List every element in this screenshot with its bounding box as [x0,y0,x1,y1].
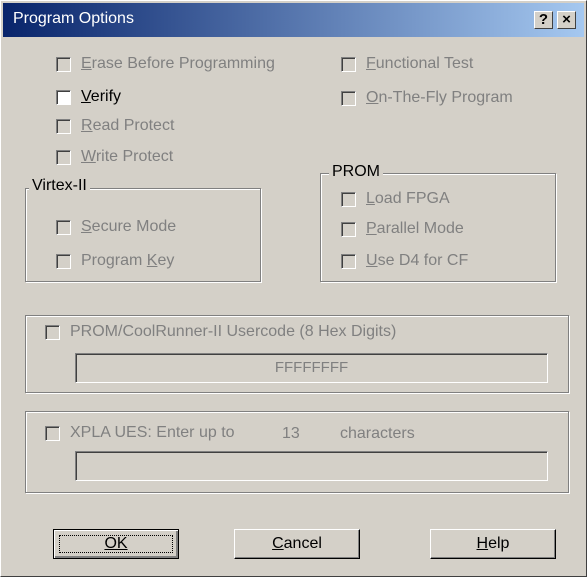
read-protect-checkbox[interactable]: Read Protect [56,117,174,135]
xpla-ues-input[interactable] [75,451,548,481]
on-the-fly-program-checkbox[interactable]: On-The-Fly Program [341,89,513,107]
usercode-label: PROM/CoolRunner-II Usercode (8 Hex Digit… [70,323,397,340]
checkbox-box [341,221,356,237]
secure-mode-checkbox[interactable]: Secure Mode [56,218,176,236]
load-fpga-label: Load FPGA [366,190,450,207]
checkbox-box [341,56,356,72]
usercode-input[interactable]: FFFFFFFF [75,353,548,383]
functional-test-label: Functional Test [366,55,474,72]
checkbox-box [341,253,356,269]
focus-rect [59,535,173,553]
program-options-dialog: Program Options ? × Erase Before Program… [0,0,587,577]
xpla-label: XPLA UES: Enter up to [70,424,235,441]
virtex-group-title: Virtex-II [29,177,90,195]
window-title: Program Options [13,10,134,27]
checkbox-box [56,219,71,235]
erase-label: Erase Before Programming [81,55,275,72]
close-icon[interactable]: × [557,11,576,29]
ok-button[interactable]: OK [53,529,179,559]
cancel-button[interactable]: Cancel [234,529,360,559]
functional-test-checkbox[interactable]: Functional Test [341,55,473,73]
checkbox-box [341,191,356,207]
otf-label: On-The-Fly Program [366,89,513,106]
read-protect-label: Read Protect [81,117,175,134]
help-icon[interactable]: ? [534,11,553,29]
secure-mode-label: Secure Mode [81,218,177,235]
program-key-label: Program Key [81,252,175,269]
use-d4-for-cf-checkbox[interactable]: Use D4 for CF [341,252,468,270]
cancel-label: Cancel [272,535,322,552]
prom-group-title: PROM [329,163,383,181]
erase-before-programming-checkbox[interactable]: Erase Before Programming [56,55,275,73]
program-key-checkbox[interactable]: Program Key [56,252,174,270]
help-button[interactable]: Help [430,529,556,559]
checkbox-box [341,90,356,106]
use-d4-label: Use D4 for CF [366,252,469,269]
title-bar: Program Options ? × [3,3,584,37]
checkbox-box [56,89,71,105]
parallel-mode-label: Parallel Mode [366,220,464,237]
checkbox-box [56,118,71,134]
load-fpga-checkbox[interactable]: Load FPGA [341,190,450,208]
help-label: Help [476,535,510,552]
checkbox-box [45,324,60,340]
write-protect-label: Write Protect [81,148,174,165]
checkbox-box [45,425,60,441]
checkbox-box [56,253,71,269]
checkbox-box [56,56,71,72]
usercode-checkbox[interactable]: PROM/CoolRunner-II Usercode (8 Hex Digit… [45,323,396,341]
checkbox-box [56,149,71,165]
xpla-ues-checkbox[interactable]: XPLA UES: Enter up to [45,424,235,442]
parallel-mode-checkbox[interactable]: Parallel Mode [341,220,464,238]
verify-label: Verify [81,88,122,105]
xpla-characters-label: characters [340,425,415,442]
write-protect-checkbox[interactable]: Write Protect [56,148,173,166]
verify-checkbox[interactable]: Verify [56,88,121,106]
xpla-char-count: 13 [282,425,300,442]
